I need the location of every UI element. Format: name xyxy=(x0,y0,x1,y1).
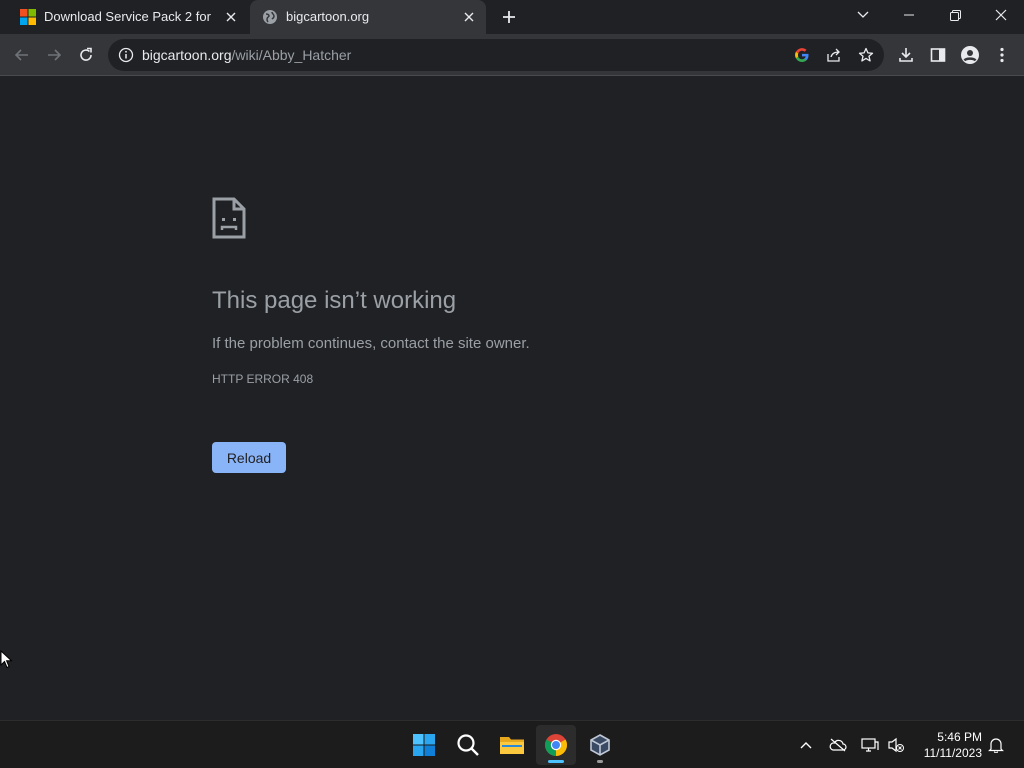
url-host: bigcartoon.org xyxy=(142,47,232,63)
virtualbox-button[interactable] xyxy=(580,725,620,765)
volume-tray-button[interactable] xyxy=(886,735,906,755)
back-button[interactable] xyxy=(10,43,34,67)
plus-icon xyxy=(503,11,515,23)
clock-time: 5:46 PM xyxy=(937,730,982,744)
tab-title: bigcartoon.org xyxy=(286,9,370,24)
file-explorer-button[interactable] xyxy=(492,725,532,765)
minimize-button[interactable] xyxy=(886,0,932,30)
profile-button[interactable] xyxy=(958,43,982,67)
profile-icon xyxy=(961,46,979,64)
reload-button[interactable]: Reload xyxy=(212,442,286,473)
bell-icon xyxy=(988,738,1004,753)
virtualbox-icon xyxy=(590,734,610,756)
onedrive-tray-button[interactable] xyxy=(828,735,848,755)
microsoft-logo-icon xyxy=(20,9,36,25)
system-clock[interactable]: 5:46 PM 11/11/2023 xyxy=(912,729,982,761)
info-icon[interactable] xyxy=(118,47,134,63)
start-button[interactable] xyxy=(404,725,444,765)
error-title: This page isn’t working xyxy=(212,287,457,314)
cloud-off-icon xyxy=(829,738,847,752)
chrome-icon xyxy=(545,734,567,756)
close-window-button[interactable] xyxy=(978,0,1024,30)
reload-toolbar-button[interactable] xyxy=(74,43,98,67)
bookmark-button[interactable] xyxy=(856,45,876,65)
error-message: If the problem continues, contact the si… xyxy=(212,335,530,352)
search-icon xyxy=(457,734,479,756)
share-button[interactable] xyxy=(824,45,844,65)
menu-button[interactable] xyxy=(990,43,1014,67)
taskbar: 5:46 PM 11/11/2023 xyxy=(0,720,1024,768)
side-panel-icon xyxy=(930,48,946,62)
tab-search-button[interactable] xyxy=(840,0,886,30)
google-lens-button[interactable] xyxy=(792,45,812,65)
tab-download-service-pack[interactable]: Download Service Pack 2 for Windows xyxy=(8,0,248,34)
arrow-left-icon xyxy=(14,49,28,61)
network-tray-button[interactable] xyxy=(860,735,880,755)
chrome-taskbar-button[interactable] xyxy=(536,725,576,765)
file-explorer-icon xyxy=(500,737,524,754)
side-panel-button[interactable] xyxy=(926,43,950,67)
network-icon xyxy=(861,738,879,752)
restore-button[interactable] xyxy=(932,0,978,30)
globe-icon xyxy=(263,10,277,24)
windows-start-icon xyxy=(413,734,435,756)
active-app-indicator xyxy=(548,760,564,763)
show-hidden-icons-button[interactable] xyxy=(796,735,816,755)
url-path: /wiki/Abby_Hatcher xyxy=(231,47,352,63)
clock-date: 11/11/2023 xyxy=(923,746,982,760)
forward-button[interactable] xyxy=(42,43,66,67)
close-icon xyxy=(995,9,1007,21)
google-icon xyxy=(795,48,809,62)
tab-bigcartoon[interactable]: bigcartoon.org xyxy=(250,0,486,34)
chevron-up-icon xyxy=(800,742,812,749)
restore-icon xyxy=(949,9,961,21)
error-page: This page isn’t working If the problem c… xyxy=(0,77,1024,720)
share-icon xyxy=(827,48,840,62)
tab-close-icon[interactable] xyxy=(222,8,240,26)
address-bar[interactable]: bigcartoon.org/wiki/Abby_Hatcher xyxy=(108,39,884,71)
download-icon xyxy=(899,48,913,62)
browser-toolbar: bigcartoon.org/wiki/Abby_Hatcher xyxy=(0,34,1024,76)
downloads-button[interactable] xyxy=(894,43,918,67)
new-tab-button[interactable] xyxy=(498,6,520,28)
running-app-indicator xyxy=(597,760,603,763)
taskbar-search-button[interactable] xyxy=(448,725,488,765)
tab-strip: Download Service Pack 2 for Windows bigc… xyxy=(0,0,1024,34)
star-icon xyxy=(858,47,874,62)
tab-close-icon[interactable] xyxy=(460,8,478,26)
minimize-icon xyxy=(904,14,914,16)
speaker-muted-icon xyxy=(888,737,904,753)
kebab-menu-icon xyxy=(1000,47,1004,63)
chevron-down-icon xyxy=(857,11,869,18)
tab-title: Download Service Pack 2 for Windows xyxy=(44,9,214,24)
arrow-right-icon xyxy=(48,49,62,61)
url-text[interactable]: bigcartoon.org/wiki/Abby_Hatcher xyxy=(142,47,351,63)
sad-page-icon xyxy=(212,197,246,239)
error-code: HTTP ERROR 408 xyxy=(212,372,314,386)
mouse-cursor-icon xyxy=(0,650,13,669)
notifications-button[interactable] xyxy=(986,735,1006,755)
refresh-icon xyxy=(80,47,92,61)
